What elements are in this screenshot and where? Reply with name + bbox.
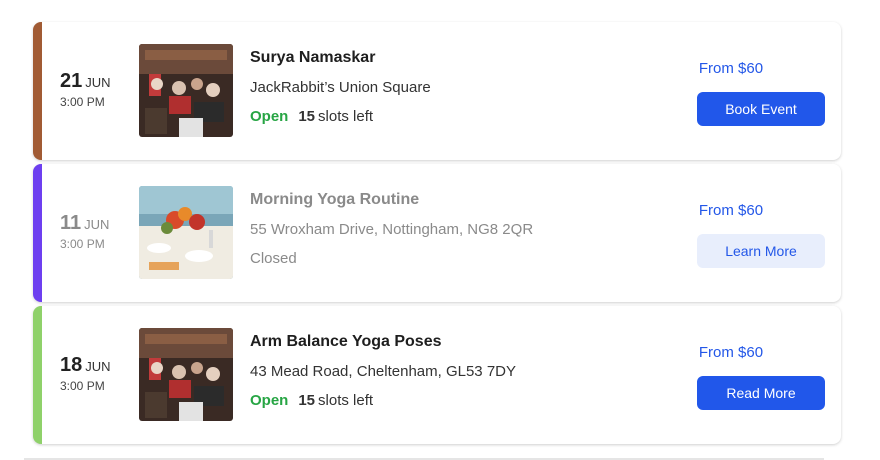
event-month: JUN [84, 217, 110, 232]
event-time: 3:00 PM [60, 237, 105, 251]
event-day: 21 [60, 70, 83, 92]
event-status-row: Open 15 slots left [250, 108, 431, 125]
slots-label: slots left [318, 392, 374, 409]
event-date: 11 JUN 3:00 PM [60, 212, 109, 251]
learn-more-button[interactable]: Learn More [697, 234, 825, 268]
event-time: 3:00 PM [60, 379, 105, 393]
event-card: 21 JUN 3:00 PM Surya Namaskar JackRabbit’ [33, 22, 841, 160]
event-info: Arm Balance Yoga Poses 43 Mead Road, Che… [250, 333, 516, 409]
event-location: JackRabbit’s Union Square [250, 79, 431, 96]
event-day: 18 [60, 354, 83, 376]
slots-count: 15 [298, 108, 316, 125]
event-title[interactable]: Morning Yoga Routine [250, 191, 533, 209]
event-location: 43 Mead Road, Cheltenham, GL53 7DY [250, 363, 516, 380]
event-day: 11 [60, 212, 82, 234]
event-status-row: Open 15 slots left [250, 392, 516, 409]
event-info: Surya Namaskar JackRabbit’s Union Square… [250, 49, 431, 125]
event-title[interactable]: Arm Balance Yoga Poses [250, 333, 516, 351]
status-open: Open [250, 108, 289, 125]
event-thumbnail [139, 328, 233, 421]
event-price: From $60 [698, 344, 764, 361]
event-month: JUN [85, 359, 111, 374]
status-closed: Closed [250, 250, 297, 267]
status-open: Open [250, 392, 289, 409]
event-time: 3:00 PM [60, 95, 105, 109]
event-date: 18 JUN 3:00 PM [60, 354, 111, 393]
event-card: 18JUN 3:00 PM Arm Balance Yoga Poses 43 [33, 306, 841, 444]
slots-label: slots left [318, 108, 374, 125]
read-more-button[interactable]: Read More [697, 376, 825, 410]
event-title[interactable]: Surya Namaskar [250, 49, 431, 67]
event-date: 21 JUN 3:00 PM [60, 70, 111, 109]
event-list: 21 JUN 3:00 PM Surya Namaskar JackRabbit’ [33, 22, 841, 448]
event-card: 11 JUN 3:00 PM Morning Yoga Routine 55 Wr… [33, 164, 841, 302]
book-event-button[interactable]: Book Event [697, 92, 825, 126]
event-month: JUN [85, 75, 111, 90]
event-status-row: Closed [250, 250, 533, 267]
event-info: Morning Yoga Routine 55 Wroxham Drive, N… [250, 191, 533, 267]
event-price: From $60 [698, 60, 764, 77]
event-location: 55 Wroxham Drive, Nottingham, NG8 2QR [250, 221, 534, 238]
event-price: From $60 [698, 202, 764, 219]
event-thumbnail [139, 186, 233, 279]
slots-count: 15 [298, 392, 316, 409]
event-thumbnail [139, 44, 233, 137]
